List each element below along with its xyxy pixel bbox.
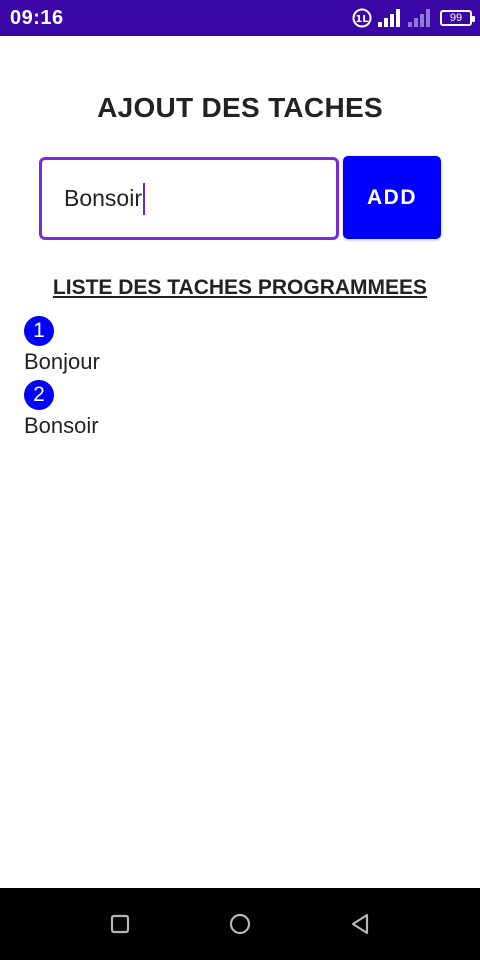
svg-text:1L: 1L <box>355 14 369 25</box>
list-item[interactable]: 2 Bonsoir <box>24 380 444 442</box>
signal-icon <box>378 9 402 27</box>
back-icon <box>351 913 369 935</box>
back-button[interactable] <box>346 910 374 938</box>
status-time: 09:16 <box>10 7 64 29</box>
task-label: Bonjour <box>24 349 100 374</box>
task-input-value[interactable]: Bonsoir <box>64 185 142 212</box>
navigation-bar <box>0 888 480 960</box>
status-icons: 1L 99 <box>352 7 475 29</box>
home-button[interactable] <box>226 910 254 938</box>
list-item[interactable]: 1 Bonjour <box>24 316 444 378</box>
recents-icon <box>110 914 130 934</box>
signal-weak-icon <box>408 9 434 27</box>
app-screen: 09:16 1L 99 AJOUT DES TACHES Bonsoir ADD… <box>0 0 480 960</box>
text-cursor <box>142 182 145 215</box>
lte-icon: 1L <box>352 8 372 28</box>
task-list-heading: LISTE DES TACHES PROGRAMMEES <box>52 276 428 299</box>
task-number-badge: 1 <box>24 316 54 346</box>
task-number-badge: 2 <box>24 380 54 410</box>
battery-level: 99 <box>449 11 463 24</box>
task-input[interactable]: Bonsoir <box>39 157 339 240</box>
task-label: Bonsoir <box>24 413 99 438</box>
battery-icon: 99 <box>440 10 475 26</box>
add-button[interactable]: ADD <box>343 156 441 239</box>
home-icon <box>229 913 251 935</box>
task-list: 1 Bonjour 2 Bonsoir <box>24 316 444 444</box>
page-title: AJOUT DES TACHES <box>97 92 383 123</box>
status-bar: 09:16 1L 99 <box>0 0 480 36</box>
recents-button[interactable] <box>106 910 134 938</box>
